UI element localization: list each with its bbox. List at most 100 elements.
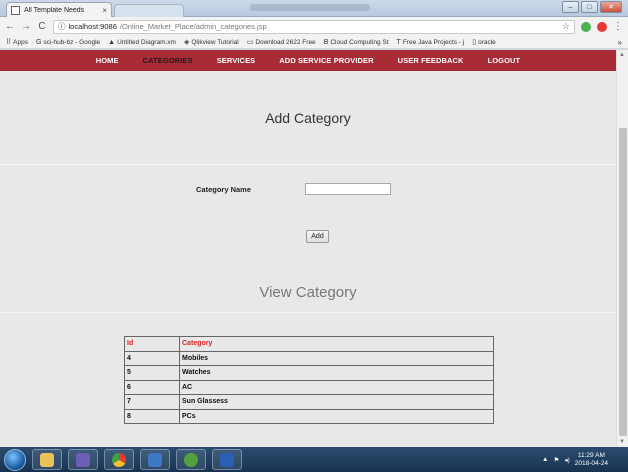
browser-menu-icon[interactable]: ⋮	[613, 21, 623, 32]
table-row: 6 AC	[124, 379, 494, 395]
nav-item-home[interactable]: HOME	[96, 56, 119, 65]
tray-volume-icon[interactable]: ◂)	[564, 456, 569, 464]
clock-time: 11:29 AM	[577, 451, 605, 459]
address-toolbar: ← → C ⓘ localhost:9086/Online_Market_Pla…	[0, 17, 628, 36]
bookmark-item[interactable]: ▲ Untitled Diagram.xm	[108, 39, 176, 46]
bookmark-label: Cloud Computing St	[330, 38, 389, 46]
bookmark-icon: T	[396, 38, 401, 46]
start-button[interactable]	[4, 448, 26, 471]
system-tray: ▲ ⚑ ◂) 11:29 AM 2018-04-24	[542, 452, 628, 468]
taskbar-chrome[interactable]	[104, 449, 134, 470]
bookmark-icon: ▯	[472, 39, 477, 46]
scrollbar-thumb[interactable]	[619, 128, 627, 436]
category-name-label: Category Name	[196, 185, 252, 194]
column-header-id: Id	[124, 336, 180, 352]
bookmark-label: Qlikview Tutorial	[191, 38, 239, 46]
cell-id: 4	[124, 350, 180, 366]
bookmark-label: oracle	[478, 38, 496, 46]
tray-flag-icon[interactable]: ⚑	[553, 456, 559, 464]
column-header-category: Category	[179, 336, 494, 352]
cell-category: Mobiles	[179, 350, 494, 366]
chrome-icon	[112, 452, 126, 467]
cell-id: 6	[124, 379, 180, 395]
bookmark-icon: ◈	[183, 39, 190, 46]
bookmark-icon: B	[323, 38, 329, 46]
taskbar-word[interactable]	[212, 449, 242, 470]
browser-tab-active[interactable]: All Template Needs ×	[6, 2, 112, 17]
minimize-button[interactable]: –	[562, 1, 579, 13]
reload-icon[interactable]: C	[37, 21, 47, 32]
nav-item-categories[interactable]: CATEGORIES	[143, 56, 193, 65]
bookmark-item[interactable]: ▭ Download 2622 Free	[246, 38, 316, 47]
qlikview-icon	[184, 452, 198, 467]
close-window-button[interactable]: ✕	[600, 1, 622, 13]
extension-green-icon[interactable]	[581, 21, 591, 32]
browser-tab-inactive[interactable]	[114, 4, 184, 17]
eclipse-icon	[76, 452, 90, 467]
table-header-row: Id Category	[124, 336, 494, 352]
tab-close-icon[interactable]: ×	[102, 6, 107, 15]
taskbar-eclipse[interactable]	[68, 449, 98, 470]
extension-red-icon[interactable]	[597, 21, 607, 32]
taskbar-virtualbox[interactable]	[140, 449, 170, 470]
bookmark-label: Apps	[13, 38, 28, 46]
bookmark-icon: ⠿	[6, 39, 12, 46]
nav-item-services[interactable]: SERVICES	[217, 56, 256, 65]
bookmark-item[interactable]: T Free Java Projects - j	[397, 39, 465, 46]
url-host: localhost:9086	[68, 22, 117, 31]
table-row: 4 Mobiles	[124, 350, 494, 366]
cell-category: PCs	[179, 408, 494, 424]
nav-item-add-service-provider[interactable]: ADD SERVICE PROVIDER	[279, 56, 373, 65]
back-icon[interactable]: ←	[5, 21, 15, 32]
browser-titlebar: All Template Needs × – □ ✕	[0, 0, 628, 17]
cell-id: 8	[124, 408, 180, 424]
page-scrollbar[interactable]: ▲ ▼	[616, 50, 628, 447]
cell-id: 7	[124, 394, 180, 410]
url-bar[interactable]: ⓘ localhost:9086/Online_Market_Place/adm…	[53, 19, 575, 34]
main-navbar: HOME CATEGORIES SERVICES ADD SERVICE PROVID…	[0, 50, 616, 71]
bookmark-icon: G	[35, 38, 42, 46]
forward-icon[interactable]: →	[21, 21, 31, 32]
bookmark-label: Free Java Projects - j	[402, 38, 465, 46]
tray-network-icon[interactable]: ▲	[542, 456, 548, 463]
scroll-up-icon[interactable]: ▲	[619, 52, 625, 58]
clock[interactable]: 11:29 AM 2018-04-24	[575, 452, 608, 468]
window-controls: – □ ✕	[562, 1, 622, 13]
windows-taskbar: ▲ ⚑ ◂) 11:29 AM 2018-04-24	[0, 447, 628, 472]
bookmark-item[interactable]: ⠿ Apps	[6, 38, 28, 47]
page-viewport: HOME CATEGORIES SERVICES ADD SERVICE PROVID…	[0, 50, 616, 447]
cell-id: 5	[124, 365, 180, 381]
scroll-down-icon[interactable]: ▼	[619, 439, 625, 445]
tab-title: All Template Needs	[24, 6, 85, 14]
page-favicon-icon	[11, 5, 20, 15]
cell-category: Watches	[179, 365, 494, 381]
bookmarks-bar: ⠿ Apps Gsci-hub-bz - Google ▲ Untitled Diagr…	[0, 36, 628, 49]
bookmark-item[interactable]: B Cloud Computing St	[324, 39, 389, 46]
bookmark-star-icon[interactable]: ☆	[562, 21, 570, 32]
box-icon	[148, 452, 162, 467]
word-icon	[220, 452, 234, 467]
bookmark-label: Untitled Diagram.xm	[117, 38, 176, 46]
bookmark-icon: ▭	[246, 39, 254, 46]
url-path: /Online_Market_Place/admin_categories.js…	[119, 22, 267, 31]
nav-item-user-feedback[interactable]: USER FEEDBACK	[398, 56, 464, 65]
cell-category: Sun Glassess	[179, 394, 494, 410]
maximize-button[interactable]: □	[581, 1, 598, 13]
taskbar-explorer[interactable]	[32, 449, 62, 470]
cell-category: AC	[179, 379, 494, 395]
folder-icon	[40, 452, 54, 467]
bookmarks-more-icon[interactable]: »	[618, 38, 622, 47]
bookmark-item[interactable]: ◈ Qlikview Tutorial	[183, 38, 239, 47]
add-button[interactable]: Add	[306, 230, 329, 243]
site-info-icon[interactable]: ⓘ	[58, 21, 66, 32]
bookmark-item[interactable]: Gsci-hub-bz - Google	[36, 39, 100, 46]
table-row: 5 Watches	[124, 365, 494, 381]
add-category-heading: Add Category	[265, 110, 351, 126]
view-category-heading: View Category	[259, 284, 357, 301]
bookmark-item[interactable]: ▯ oracle	[472, 38, 496, 47]
taskbar-qlikview[interactable]	[176, 449, 206, 470]
window-title-blurred	[250, 4, 370, 11]
bookmark-label: Download 2622 Free	[255, 38, 316, 46]
category-name-input[interactable]	[305, 183, 391, 195]
nav-item-logout[interactable]: LOGOUT	[488, 56, 521, 65]
